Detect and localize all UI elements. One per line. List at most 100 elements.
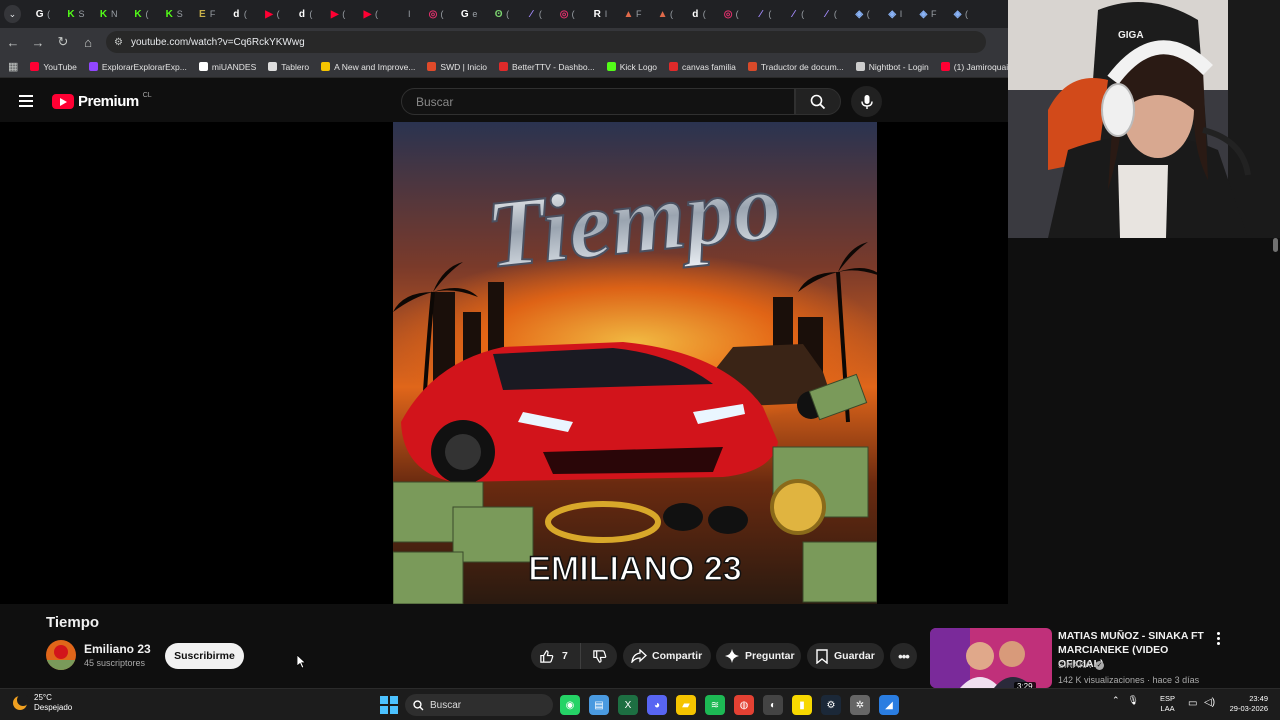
voice-search-button[interactable] (851, 86, 882, 117)
tab-search-dropdown[interactable]: ⌄ (4, 5, 21, 23)
channel-name[interactable]: Emiliano 23 (84, 642, 151, 656)
steam-taskbar-icon[interactable]: ⚙ (821, 695, 841, 715)
site-info-icon[interactable]: ⚙ (114, 37, 123, 48)
bookmark-item[interactable]: Traductor de docum... (747, 62, 844, 72)
bookmark-item[interactable]: BetterTTV - Dashbo... (499, 62, 595, 72)
browser-tab[interactable]: EF (191, 3, 222, 25)
browser-tab[interactable]: ▶( (256, 3, 287, 25)
clock[interactable]: 23:49 29-03-2026 (1224, 694, 1268, 714)
sticky-notes-taskbar-icon[interactable]: ▮ (792, 695, 812, 715)
apps-grid-icon[interactable]: ▦ (8, 60, 18, 73)
ask-button[interactable]: Preguntar (716, 643, 801, 669)
dislike-button[interactable] (581, 643, 617, 669)
spotify-taskbar-icon[interactable]: ≋ (705, 695, 725, 715)
settings-taskbar-icon[interactable]: ✲ (850, 695, 870, 715)
search-input[interactable]: Buscar (401, 88, 795, 115)
browser-tab[interactable]: ▶( (355, 3, 386, 25)
page-scrollbar[interactable] (1271, 238, 1280, 688)
browser-tab[interactable]: ◈( (846, 3, 877, 25)
app-blue-taskbar-icon[interactable]: ◢ (879, 695, 899, 715)
bookmark-item[interactable]: Tablero (268, 62, 309, 72)
bookmark-item[interactable]: ExplorarExplorarExp... (88, 62, 187, 72)
share-button[interactable]: Compartir (623, 643, 711, 669)
scrollbar-thumb[interactable] (1273, 238, 1278, 252)
discord-taskbar-icon[interactable]: ◕ (647, 695, 667, 715)
search-placeholder: Buscar (416, 94, 454, 109)
browser-tab[interactable]: ◎( (420, 3, 451, 25)
browser-tab[interactable]: ▲ F (617, 3, 648, 25)
bookmark-item[interactable]: Kick Logo (606, 62, 657, 72)
language-code: ESP (1160, 694, 1176, 703)
browser-tab[interactable]: K( (125, 3, 156, 25)
recommendation-more-icon[interactable] (1212, 630, 1224, 646)
search-button[interactable] (795, 88, 841, 115)
menu-icon[interactable] (14, 90, 38, 112)
browser-tab[interactable]: ∕( (781, 3, 812, 25)
browser-tab[interactable]: ◈( (945, 3, 976, 25)
browser-tab[interactable]: ∕( (814, 3, 845, 25)
whatsapp-taskbar-icon[interactable]: ◉ (560, 695, 580, 715)
bookmark-item[interactable]: Nightbot - Login (855, 62, 929, 72)
files-taskbar-icon[interactable]: ▰ (676, 695, 696, 715)
bookmark-item[interactable]: A New and Improve... (321, 62, 415, 72)
browser-tab[interactable]: Ge (453, 3, 484, 25)
browser-tab[interactable]: ◈ F (912, 3, 943, 25)
browser-tab[interactable]: ◎( (715, 3, 746, 25)
forward-icon[interactable]: → (26, 30, 50, 54)
recommendation-channel[interactable]: SINAKA ✓ (1058, 660, 1105, 670)
chevron-up-icon[interactable]: ⌃ (1112, 695, 1120, 706)
bookmark-item[interactable]: (1) Jamiroquai - Can... (940, 62, 1008, 72)
browser-tab[interactable]: G( (27, 3, 58, 25)
like-button[interactable]: 7 (531, 643, 581, 669)
bookmark-item[interactable]: miUANDES (198, 62, 256, 72)
taskbar-search[interactable]: Buscar (405, 694, 553, 716)
chrome-taskbar-icon[interactable]: ◍ (734, 695, 754, 715)
bookmark-item[interactable]: SWD | Inicio (427, 62, 487, 72)
browser-tab[interactable]: ∕( (519, 3, 550, 25)
microphone-icon[interactable]: 🎙 (1128, 695, 1139, 706)
recommendation-thumbnail[interactable] (930, 628, 1052, 688)
browser-tab[interactable]: d( (289, 3, 320, 25)
browser-tab[interactable]: d( (682, 3, 713, 25)
browser-tab[interactable]: ◎( (551, 3, 582, 25)
browser-tab[interactable]: I (387, 3, 418, 25)
tab-favicon-icon: ▶ (265, 8, 273, 20)
channel-avatar[interactable] (46, 640, 76, 670)
video-thumbnail[interactable]: Tiempo EMILIANO 23 (393, 122, 877, 604)
bookmark-item[interactable]: YouTube (30, 62, 77, 72)
obs-taskbar-icon[interactable]: ◐ (763, 695, 783, 715)
back-icon[interactable]: ← (1, 30, 25, 54)
browser-tab[interactable]: ▶( (322, 3, 353, 25)
browser-tab[interactable]: ∕( (748, 3, 779, 25)
tab-title: ( (506, 9, 510, 19)
weather-widget[interactable]: 25°C Despejado (12, 693, 72, 713)
language-indicator[interactable]: ESP LAA (1160, 694, 1175, 714)
browser-tab[interactable]: RI (584, 3, 615, 25)
youtube-premium-logo[interactable]: Premium CL (52, 92, 152, 110)
browser-tab[interactable] (977, 3, 1008, 25)
bookmark-item[interactable]: canvas familia (669, 62, 736, 72)
browser-tab[interactable]: ▲( (650, 3, 681, 25)
subscribe-button[interactable]: Suscribirme (165, 643, 244, 669)
browser-tab[interactable]: ◈ I (879, 3, 910, 25)
save-button[interactable]: Guardar (807, 643, 884, 669)
browser-tab[interactable]: KS (158, 3, 189, 25)
video-player[interactable]: Tiempo EMILIANO 23 (0, 122, 1008, 604)
tab-favicon-icon: ◎ (428, 8, 438, 20)
more-actions-button[interactable]: ••• (890, 643, 917, 669)
tab-favicon-icon: ▲ (623, 8, 634, 20)
reload-icon[interactable]: ↻ (51, 30, 75, 54)
excel-taskbar-icon[interactable]: X (618, 695, 638, 715)
browser-tab[interactable]: d( (223, 3, 254, 25)
browser-tab[interactable]: ʘ( (486, 3, 517, 25)
browser-tab[interactable]: KS (60, 3, 91, 25)
home-icon[interactable]: ⌂ (76, 30, 100, 54)
notepad-taskbar-icon[interactable]: ▤ (589, 695, 609, 715)
tab-title: ( (145, 9, 149, 19)
start-button[interactable] (380, 696, 398, 714)
browser-tab[interactable]: KN (92, 3, 123, 25)
network-icon[interactable]: ▭ (1188, 698, 1197, 709)
tab-favicon-icon: ∕ (825, 8, 828, 20)
address-bar[interactable]: ⚙ youtube.com/watch?v=Cq6RckYKWwg (106, 31, 986, 53)
volume-icon[interactable]: ◁) (1204, 697, 1215, 708)
